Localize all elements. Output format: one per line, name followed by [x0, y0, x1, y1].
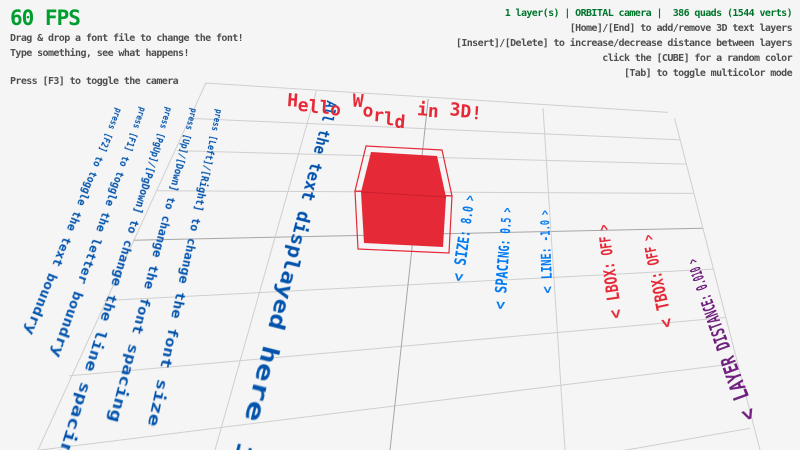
- hint-click-cube: click the [CUBE] for a random color: [602, 53, 792, 64]
- fps-counter: 60 FPS: [10, 6, 80, 30]
- hint-type-something: Type something, see what happens!: [10, 48, 189, 59]
- hint-drag-drop-font: Drag & drop a font file to change the fo…: [10, 33, 243, 44]
- raylib-3d-text-viewport[interactable]: 60 FPS Drag & drop a font file to change…: [0, 0, 800, 450]
- hint-layer-distance: [Insert]/[Delete] to increase/decrease d…: [456, 38, 792, 49]
- cube-solid[interactable]: [361, 152, 446, 247]
- status-layers-camera-quads: 1 layer(s) | ORBITAL camera | 386 quads …: [505, 8, 792, 19]
- hint-multicolor-mode: [Tab] to toggle multicolor mode: [624, 68, 792, 79]
- hint-add-remove-layers: [Home]/[End] to add/remove 3D text layer…: [570, 23, 792, 34]
- hint-toggle-camera: Press [F3] to toggle the camera: [10, 76, 178, 87]
